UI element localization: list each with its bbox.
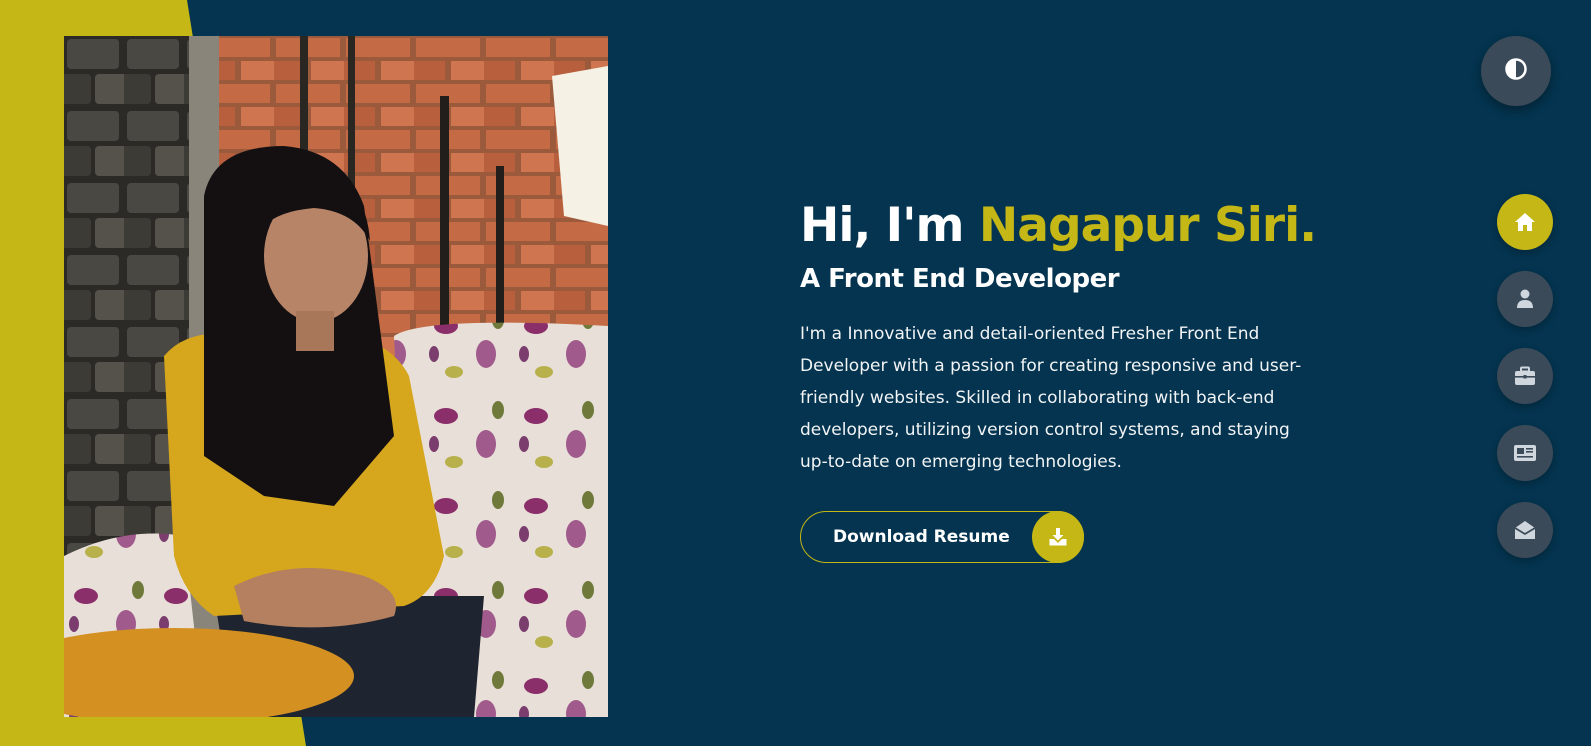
nav-item-portfolio[interactable]: [1497, 348, 1553, 404]
briefcase-icon: [1514, 366, 1536, 386]
nav-item-home[interactable]: [1497, 194, 1553, 250]
hero-section: Hi, I'm Nagapur Siri. A Front End Develo…: [800, 200, 1320, 563]
nav-item-contact[interactable]: [1497, 502, 1553, 558]
hero-name: Nagapur Siri.: [978, 198, 1317, 253]
user-icon: [1516, 289, 1534, 309]
side-navigation: [1497, 194, 1553, 579]
nav-item-blog[interactable]: [1497, 425, 1553, 481]
hero-greeting: Hi, I'm: [800, 198, 979, 253]
download-resume-button[interactable]: Download Resume: [800, 511, 1084, 563]
newspaper-icon: [1513, 444, 1537, 462]
envelope-open-icon: [1514, 520, 1536, 540]
home-icon: [1514, 212, 1536, 232]
nav-item-about[interactable]: [1497, 271, 1553, 327]
download-icon: [1032, 511, 1084, 563]
hero-bio: I'm a Innovative and detail-oriented Fre…: [800, 323, 1302, 472]
download-resume-label: Download Resume: [833, 527, 1010, 547]
theme-toggle-button[interactable]: [1481, 36, 1551, 106]
contrast-icon: [1504, 57, 1528, 85]
profile-photo: [64, 36, 608, 717]
hero-subtitle: A Front End Developer: [800, 263, 1120, 294]
hero-title: Hi, I'm Nagapur Siri.: [800, 200, 1320, 252]
